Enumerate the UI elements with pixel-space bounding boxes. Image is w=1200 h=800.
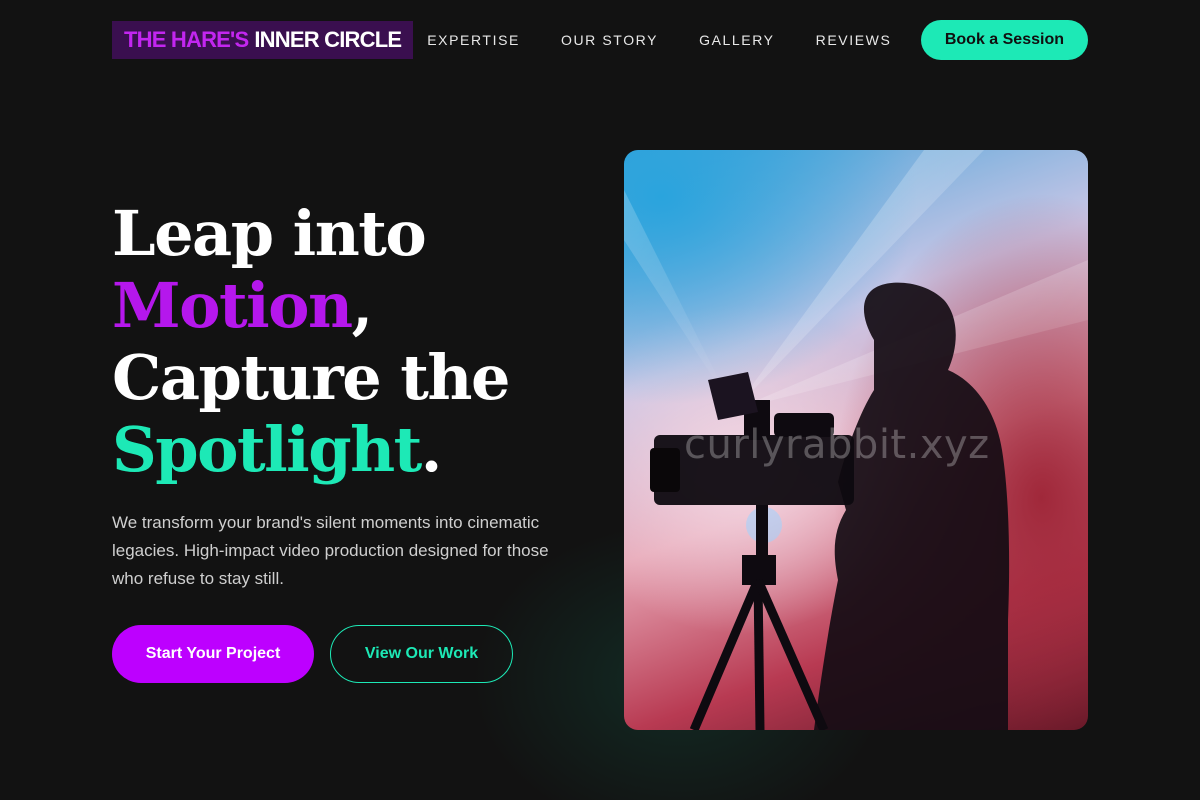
hero-subtext: We transform your brand's silent moments…	[112, 513, 549, 588]
nav-link-expertise[interactable]: EXPERTISE	[427, 32, 520, 48]
headline-line1: Leap into	[112, 197, 427, 270]
headline-comma: ,	[351, 269, 374, 342]
image-watermark: curlyrabbit.xyz	[684, 422, 990, 468]
hero-image-videographer: curlyrabbit.xyz	[624, 150, 1088, 730]
headline-line3: Capture the	[112, 341, 510, 414]
nav-link-our-story[interactable]: OUR STORY	[561, 32, 658, 48]
nav-link-gallery[interactable]: GALLERY	[699, 32, 775, 48]
book-session-button[interactable]: Book a Session	[920, 20, 1088, 60]
brand-logo[interactable]: THE HARE'S INNER CIRCLE	[112, 21, 414, 59]
landing-page: THE HARE'S INNER CIRCLE EXPERTISE OUR ST…	[0, 0, 1200, 800]
hero-headline: Leap into Motion, Capture the Spotlight.	[112, 198, 582, 486]
view-work-button[interactable]: View Our Work	[330, 625, 513, 683]
headline-word-spotlight: Spotlight	[112, 413, 422, 486]
nav-link-reviews[interactable]: REVIEWS	[816, 32, 892, 48]
brand-name-part1: THE HARE'S	[124, 27, 249, 52]
headline-period: .	[420, 413, 443, 486]
brand-name-part2: INNER CIRCLE	[254, 27, 402, 52]
headline-word-motion: Motion	[112, 269, 353, 342]
top-navigation: THE HARE'S INNER CIRCLE EXPERTISE OUR ST…	[112, 20, 1088, 60]
nav-links: EXPERTISE OUR STORY GALLERY REVIEWS	[427, 32, 891, 48]
start-project-button[interactable]: Start Your Project	[112, 625, 314, 683]
